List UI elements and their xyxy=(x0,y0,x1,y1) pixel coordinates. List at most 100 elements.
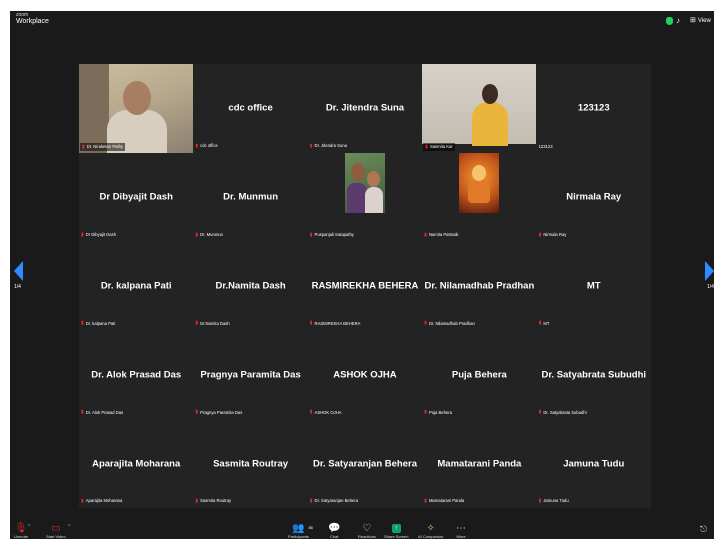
chevron-up-icon[interactable]: ^ xyxy=(68,524,70,530)
video-off-icon: ▭ xyxy=(51,523,61,534)
chat-button[interactable]: 💬 Chat xyxy=(328,523,340,539)
participant-label: ▮ Dr. Jitendra Suna xyxy=(310,143,347,149)
participant-tile[interactable]: Dr. Alok Prasad Das ▮ Dr. Alok Prasad Das xyxy=(79,330,194,420)
participants-label: Participants xyxy=(288,534,309,539)
security-shield-icon[interactable] xyxy=(666,17,673,25)
share-screen-icon: ↑ xyxy=(391,524,401,533)
participant-tile[interactable]: cdc office ▮ cdc office xyxy=(193,64,308,153)
participant-tile[interactable]: ASHOK OJHA ▮ ASHOK OJHA xyxy=(307,330,423,420)
unmute-button[interactable]: 🎙 ^ Unmute xyxy=(14,523,30,539)
participant-tile[interactable]: RASMIREKHA BEHERA ▮ RASMIREKHA BEHERA xyxy=(307,241,423,331)
participant-name: cdc office xyxy=(200,143,218,149)
participant-tile[interactable]: Dr. Munmun ▮ Dr. Munmun xyxy=(193,152,308,242)
participant-label: ▮ Aparajita Moharana xyxy=(81,498,122,504)
mic-muted-icon: ▮ xyxy=(309,320,313,327)
participant-name: 123123 xyxy=(538,143,553,149)
participant-name: Dr. Jitendra Suna xyxy=(314,143,347,149)
participant-label: ▮ MT xyxy=(539,320,550,326)
participant-tile[interactable]: ▮ Puspanjali Satapathy xyxy=(307,152,423,242)
share-screen-label: Share Screen xyxy=(384,534,409,539)
participant-tile[interactable]: Jamuna Tudu ▮ Jamuna Tudu xyxy=(536,419,651,508)
next-page-arrow-icon[interactable] xyxy=(705,261,714,281)
mic-muted-icon: ▮ xyxy=(81,320,84,327)
start-video-button[interactable]: ▭ ^ Start Video xyxy=(46,523,70,539)
participant-name: Dr. Satyabrata Subudhi xyxy=(543,409,587,415)
mic-muted-icon: ▮ xyxy=(81,409,84,416)
participant-name: Sasmita Routray xyxy=(200,498,232,504)
view-label: View xyxy=(697,18,711,24)
participant-tile[interactable]: Mamatarani Panda ▮ Mamatarani Panda xyxy=(422,419,537,508)
participant-tile[interactable]: ▮ Sasmita Kar xyxy=(422,64,537,153)
participant-label: ▮ Dr.Namita Dash xyxy=(195,320,229,326)
mic-muted-icon: ▮ xyxy=(195,497,199,504)
participant-name: MT xyxy=(543,320,550,326)
reactions-button[interactable]: ♡ Reactions xyxy=(358,523,376,539)
page-indicator-left: 1/4 xyxy=(14,284,21,290)
share-screen-button[interactable]: ↑ Share Screen xyxy=(384,523,408,539)
participant-label: ▮ Dr. kalpana Pati xyxy=(81,320,115,326)
participant-label: ▮ ASHOK OJHA xyxy=(310,409,342,415)
participant-name: Dr. Alok Prasad Das xyxy=(85,409,124,415)
chevron-up-icon[interactable]: ^ xyxy=(28,524,30,530)
app-title-line2: Workplace xyxy=(16,18,49,25)
participants-icon: 👥 85 xyxy=(292,523,313,534)
participant-name: Nirmala Ray xyxy=(543,232,567,238)
participant-tile[interactable]: Dr. Nilamadhab Pradhan ▮ Dr. Nilamadhab P… xyxy=(422,241,537,331)
participant-name: Dr.Namita Dash xyxy=(200,320,230,326)
ai-companion-button[interactable]: ✧ AI Companion xyxy=(418,523,443,539)
profile-picture xyxy=(344,152,385,213)
mic-muted-icon: ▮ xyxy=(424,231,427,238)
grid-view-icon: ⊞ xyxy=(690,17,696,24)
participant-display-name: Dr. kalpana Pati xyxy=(100,280,172,292)
participant-name: Namita Pattnaik xyxy=(428,232,459,238)
participant-tile[interactable]: Sasmita Routray ▮ Sasmita Routray xyxy=(193,419,308,508)
participant-tile[interactable]: Dr Dibyajit Dash ▮ Dr Dibyajit Dash xyxy=(79,152,194,242)
leave-meeting-icon[interactable]: ⎋ xyxy=(700,524,707,535)
microphone-muted-icon: 🎙 xyxy=(14,523,28,534)
participant-tile[interactable]: 123123 123123 xyxy=(536,64,651,153)
mic-muted-icon: ▮ xyxy=(424,497,427,504)
participant-tile[interactable]: Nirmala Ray ▮ Nirmala Ray xyxy=(536,152,651,242)
participant-label: 123123 xyxy=(539,144,553,149)
mic-muted-icon: ▮ xyxy=(81,231,84,238)
participant-name: Puspanjali Satapathy xyxy=(314,232,354,238)
participant-label: ▮ Dr. Munmun xyxy=(195,232,223,238)
participant-tile[interactable]: Dr. Satyaranjan Behera ▮ Dr. Satyaranjan … xyxy=(307,419,423,508)
participant-tile[interactable]: Puja Behera ▮ Puja Behera xyxy=(422,330,537,420)
previous-page-arrow-icon[interactable] xyxy=(14,261,23,281)
view-button[interactable]: ⊞ View xyxy=(690,16,711,24)
participant-tile[interactable]: Dr. Jitendra Suna ▮ Dr. Jitendra Suna xyxy=(307,64,423,153)
participants-button[interactable]: 👥 85 Participants xyxy=(288,523,313,539)
app-title: zoom Workplace xyxy=(16,13,49,26)
ai-companion-label: AI Companion xyxy=(418,534,444,539)
participant-display-name: Dr.Namita Dash xyxy=(215,280,286,292)
participant-display-name: Dr. Alok Prasad Das xyxy=(91,369,182,381)
participant-tile[interactable]: ▮ Namita Pattnaik xyxy=(422,152,537,242)
participant-label: ▮ Dr. Nilamadhab Pradhan xyxy=(424,320,475,326)
participant-tile[interactable]: Aparajita Moharana ▮ Aparajita Moharana xyxy=(79,419,194,508)
participant-tile[interactable]: Pragnya Paramita Das ▮ Pragnya Paramita D… xyxy=(193,330,308,420)
participant-tile[interactable]: Dr.Namita Dash ▮ Dr.Namita Dash xyxy=(193,241,308,331)
participant-label: ▮ Dr. Niraketan Pathy xyxy=(80,142,126,151)
participant-name: Aparajita Moharana xyxy=(85,498,123,504)
participant-tile[interactable]: Dr. Satyabrata Subudhi ▮ Dr. Satyabrata S… xyxy=(536,330,651,420)
participant-label: ▮ RASMIREKHA BEHERA xyxy=(310,320,361,326)
chat-label: Chat xyxy=(330,534,339,539)
participant-display-name: Sasmita Routray xyxy=(213,458,289,470)
mic-muted-icon: ▮ xyxy=(538,409,542,416)
participant-tile[interactable]: ▮ Dr. Niraketan Pathy xyxy=(79,64,194,153)
mic-muted-icon: ▮ xyxy=(538,320,542,327)
mic-muted-icon: ▮ xyxy=(195,231,199,238)
meeting-toolbar: 🎙 ^ Unmute ▭ ^ Start Video 👥 85 Participa… xyxy=(10,523,714,539)
participant-tile[interactable]: Dr. kalpana Pati ▮ Dr. kalpana Pati xyxy=(79,241,194,331)
participant-name: Sasmita Kar xyxy=(429,144,453,150)
participant-label: ▮ Namita Pattnaik xyxy=(424,232,458,238)
participant-display-name: cdc office xyxy=(228,102,273,114)
participant-display-name: ASHOK OJHA xyxy=(333,369,397,381)
participant-label: ▮ cdc office xyxy=(195,143,217,149)
more-button[interactable]: ⋯ More xyxy=(456,523,466,539)
participant-tile[interactable]: MT ▮ MT xyxy=(536,241,651,331)
participant-label: ▮ Dr Dibyajit Dash xyxy=(81,232,116,238)
participant-display-name: Nirmala Ray xyxy=(566,191,622,203)
mic-muted-icon: ▮ xyxy=(538,497,542,504)
